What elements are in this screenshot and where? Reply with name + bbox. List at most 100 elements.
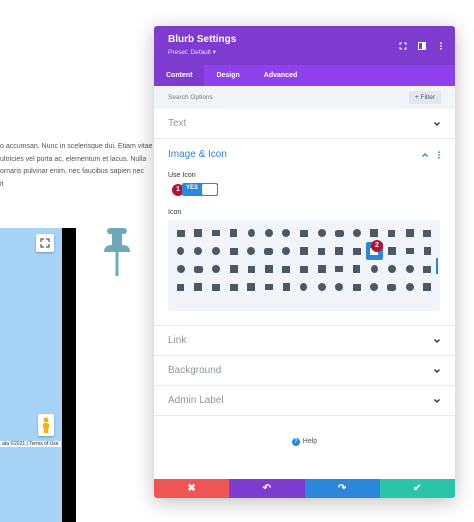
section-background[interactable]: Background	[154, 356, 455, 386]
icon-option[interactable]	[330, 242, 348, 260]
icon-option[interactable]	[260, 260, 278, 278]
tab-advanced[interactable]: Advanced	[252, 65, 309, 86]
glyph-icon	[230, 229, 238, 237]
icon-option[interactable]	[260, 224, 278, 242]
fullscreen-icon[interactable]	[36, 234, 54, 252]
undo-button[interactable]: ↶	[229, 479, 305, 498]
icon-option[interactable]	[225, 260, 243, 278]
icon-option[interactable]	[278, 242, 296, 260]
step-badge: 2	[371, 240, 383, 252]
search-bar: + Filter	[154, 86, 455, 109]
glyph-icon	[229, 247, 238, 255]
glyph-icon	[370, 229, 379, 237]
chevron-down-icon	[434, 121, 440, 126]
icon-option[interactable]	[242, 224, 260, 242]
icon-option[interactable]	[383, 242, 401, 260]
icon-option[interactable]	[401, 278, 419, 296]
section-link[interactable]: Link	[154, 326, 455, 356]
chevron-up-icon[interactable]	[421, 151, 429, 159]
icon-option[interactable]	[207, 242, 225, 260]
icon-option[interactable]	[366, 260, 384, 278]
body-line: o accumsan. Nunc in scelerisque dui. Eti…	[0, 143, 152, 150]
section-text[interactable]: Text	[154, 109, 455, 139]
icon-option[interactable]	[313, 224, 331, 242]
icon-option[interactable]	[418, 242, 436, 260]
icon-option[interactable]	[207, 224, 225, 242]
search-options-input[interactable]	[168, 94, 368, 101]
icon-option[interactable]	[383, 260, 401, 278]
icon-option[interactable]	[190, 242, 208, 260]
icon-option[interactable]	[313, 260, 331, 278]
icon-option[interactable]	[401, 242, 419, 260]
icon-option[interactable]	[313, 278, 331, 296]
section-title: Admin Label	[168, 395, 224, 406]
expand-icon[interactable]	[399, 37, 407, 50]
icon-option[interactable]	[330, 278, 348, 296]
icon-option[interactable]	[172, 242, 190, 260]
icon-option[interactable]	[278, 224, 296, 242]
icon-option[interactable]	[260, 242, 278, 260]
icon-option[interactable]	[401, 224, 419, 242]
icon-option[interactable]	[207, 278, 225, 296]
redo-button[interactable]: ↷	[304, 479, 380, 498]
icon-option[interactable]	[278, 260, 296, 278]
icon-option[interactable]	[190, 224, 208, 242]
scrollbar[interactable]	[436, 258, 438, 274]
glyph-icon	[282, 247, 291, 255]
icon-option[interactable]	[242, 260, 260, 278]
section-image-icon: Image & Icon Use Icon 1 YES Icon 2	[154, 139, 455, 326]
body-line: ultricies vel porta ac, elementum et lac…	[0, 155, 147, 163]
section-title[interactable]: Image & Icon	[168, 149, 227, 160]
icon-option[interactable]	[348, 224, 366, 242]
map-attribution[interactable]: ata ©2021 | Terms of Use	[0, 441, 61, 447]
icon-option[interactable]	[242, 278, 260, 296]
icon-option[interactable]	[383, 224, 401, 242]
icon-option[interactable]	[190, 278, 208, 296]
icon-option[interactable]	[225, 242, 243, 260]
icon-option[interactable]	[225, 224, 243, 242]
icon-option[interactable]	[418, 278, 436, 296]
chevron-down-icon	[434, 398, 440, 403]
icon-option[interactable]	[418, 224, 436, 242]
icon-option[interactable]	[348, 242, 366, 260]
section-admin-label[interactable]: Admin Label	[154, 386, 455, 416]
use-icon-toggle[interactable]: YES	[182, 183, 218, 196]
glyph-icon	[264, 284, 273, 290]
icon-option[interactable]	[295, 224, 313, 242]
icon-option[interactable]	[207, 260, 225, 278]
icon-option[interactable]	[348, 278, 366, 296]
icon-option[interactable]	[418, 260, 436, 278]
glyph-icon	[300, 283, 308, 291]
glyph-icon	[264, 265, 273, 273]
icon-option[interactable]	[348, 260, 366, 278]
tab-design[interactable]: Design	[204, 65, 251, 86]
icon-option[interactable]	[366, 278, 384, 296]
pegman-icon[interactable]	[38, 414, 54, 436]
icon-option[interactable]	[330, 224, 348, 242]
icon-option[interactable]	[313, 242, 331, 260]
icon-option[interactable]	[383, 278, 401, 296]
tab-content[interactable]: Content	[154, 65, 205, 86]
icon-option[interactable]	[172, 278, 190, 296]
icon-option[interactable]	[260, 278, 278, 296]
section-menu-icon[interactable]	[437, 150, 441, 159]
icon-option[interactable]	[295, 278, 313, 296]
filter-button[interactable]: + Filter	[408, 91, 441, 104]
save-button[interactable]: ✔	[379, 479, 455, 498]
icon-option[interactable]	[190, 260, 208, 278]
map-module[interactable]	[0, 228, 62, 522]
icon-option[interactable]	[172, 224, 190, 242]
glyph-icon	[247, 283, 256, 291]
split-view-icon[interactable]	[418, 37, 426, 50]
icon-option[interactable]	[225, 278, 243, 296]
icon-option[interactable]	[172, 260, 190, 278]
more-options-icon[interactable]	[437, 37, 445, 50]
icon-option[interactable]	[278, 278, 296, 296]
cancel-button[interactable]: ✖	[154, 479, 230, 498]
icon-option[interactable]	[295, 242, 313, 260]
help-link[interactable]: ? Help	[154, 438, 455, 446]
icon-option[interactable]	[401, 260, 419, 278]
icon-option[interactable]	[242, 242, 260, 260]
icon-option[interactable]	[330, 260, 348, 278]
icon-option[interactable]	[295, 260, 313, 278]
